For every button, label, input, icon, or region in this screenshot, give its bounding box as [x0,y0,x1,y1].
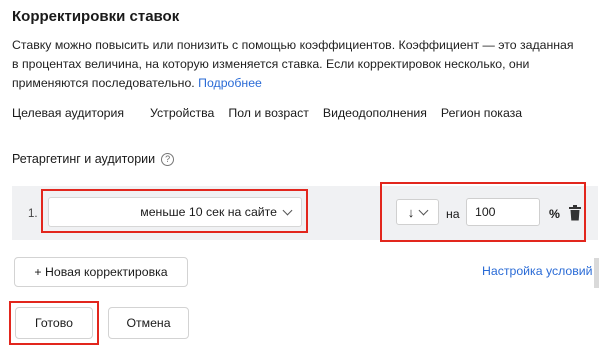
cancel-button[interactable]: Отмена [108,307,189,339]
highlight-frame-value [380,182,586,242]
highlight-frame-condition [41,189,308,233]
more-link[interactable]: Подробнее [198,76,262,90]
highlight-frame-done [9,301,99,345]
row-index: 1. [28,208,38,220]
tab-video-extensions[interactable]: Видеодополнения [323,106,427,126]
tab-devices[interactable]: Устройства [150,106,214,126]
description-text: Ставку можно повысить или понизить с пом… [12,38,574,90]
section-title: Ретаргетинг и аудитории [12,152,156,166]
dialog-title: Корректировки ставок [12,8,180,25]
tab-region[interactable]: Регион показа [441,106,522,126]
tab-audience[interactable]: Целевая аудитория [12,106,124,126]
description: Ставку можно повысить или понизить с пом… [12,36,582,93]
question-circle-icon[interactable]: ? [161,152,175,166]
setup-conditions-link[interactable]: Настройка условий [482,264,593,278]
tabs: Целевая аудитория Устройства Пол и возра… [12,106,536,126]
tab-gender-age[interactable]: Пол и возраст [228,106,308,126]
add-adjustment-button[interactable]: + Новая корректировка [14,257,188,287]
scrollbar-edge [594,258,599,288]
section-heading: Ретаргетинг и аудитории ? [12,152,175,166]
